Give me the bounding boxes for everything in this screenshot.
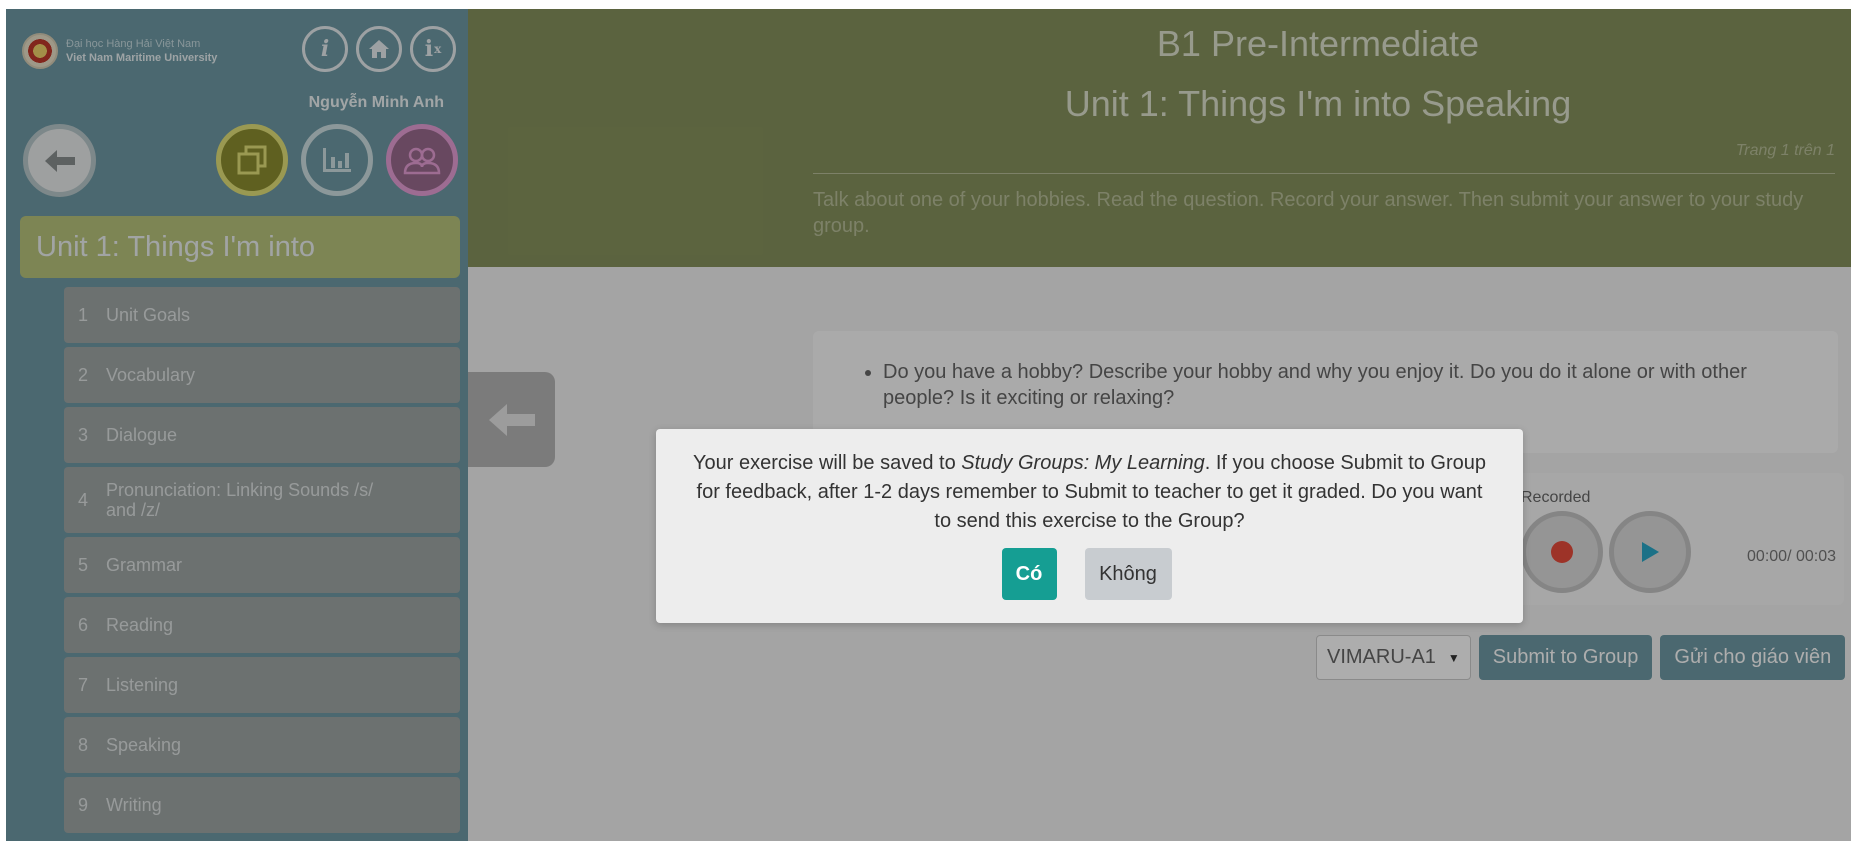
modal-backdrop[interactable] <box>6 9 1851 841</box>
confirm-message-italic: Study Groups: My Learning <box>961 452 1205 474</box>
confirm-dialog: Your exercise will be saved to Study Gro… <box>656 429 1523 623</box>
confirm-message-part1: Your exercise will be saved to <box>692 452 962 474</box>
confirm-buttons: Có Không <box>656 548 1523 600</box>
yes-button[interactable]: Có <box>1001 548 1057 600</box>
app-window: Đại học Hàng Hải Việt Nam Viet Nam Marit… <box>6 9 1851 841</box>
confirm-message: Your exercise will be saved to Study Gro… <box>656 429 1523 536</box>
no-button[interactable]: Không <box>1084 548 1172 600</box>
